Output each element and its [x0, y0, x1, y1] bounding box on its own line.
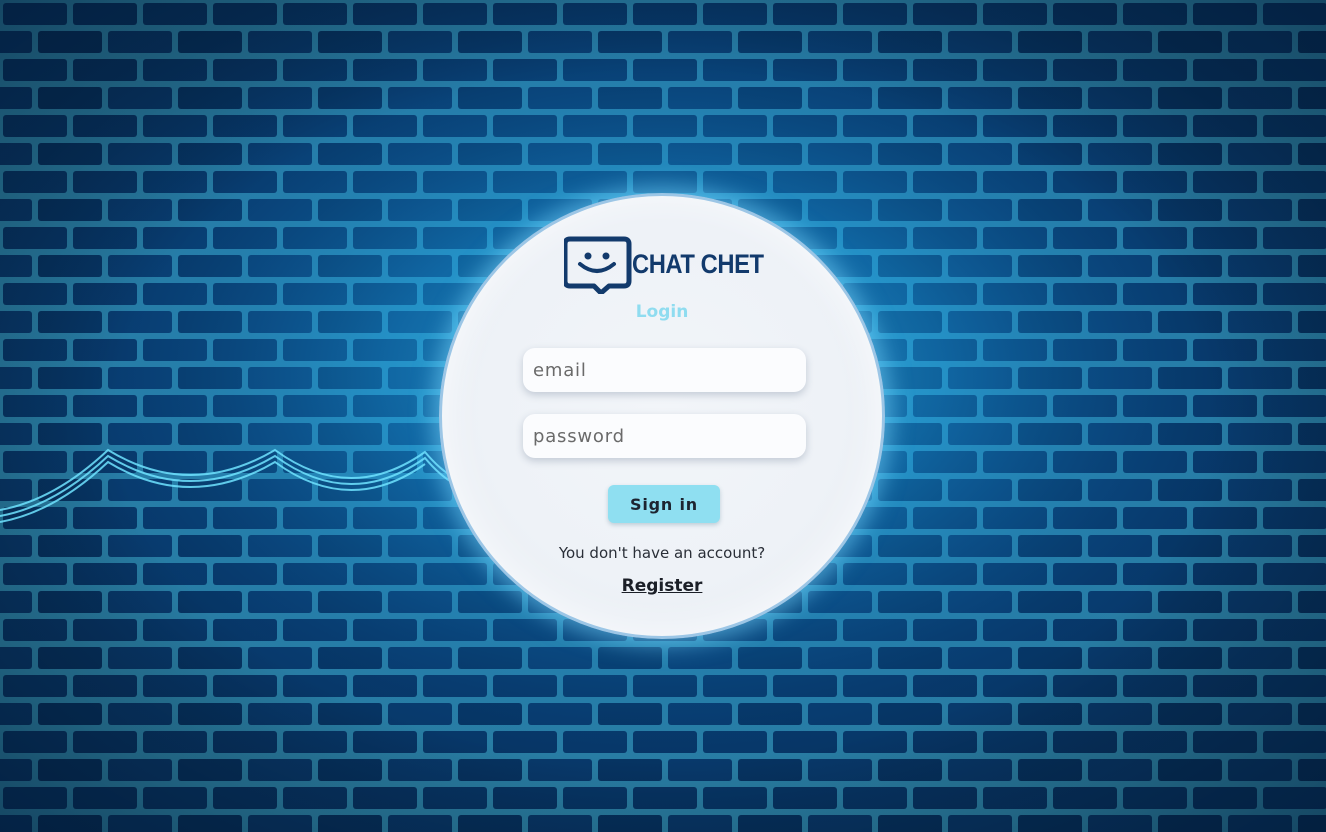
sign-in-button[interactable]: Sign in: [608, 485, 720, 523]
login-card: CHAT CHET Login Sign in You don't have a…: [439, 193, 885, 639]
brand-name: CHAT CHET: [632, 249, 764, 279]
register-link[interactable]: Register: [442, 576, 882, 596]
brand-logo: CHAT CHET: [562, 236, 769, 296]
email-field[interactable]: [523, 348, 806, 392]
login-title: Login: [635, 302, 689, 322]
no-account-text: You don't have an account?: [558, 544, 766, 562]
password-field[interactable]: [523, 414, 806, 458]
chat-bubble-smile-icon: [562, 236, 632, 296]
